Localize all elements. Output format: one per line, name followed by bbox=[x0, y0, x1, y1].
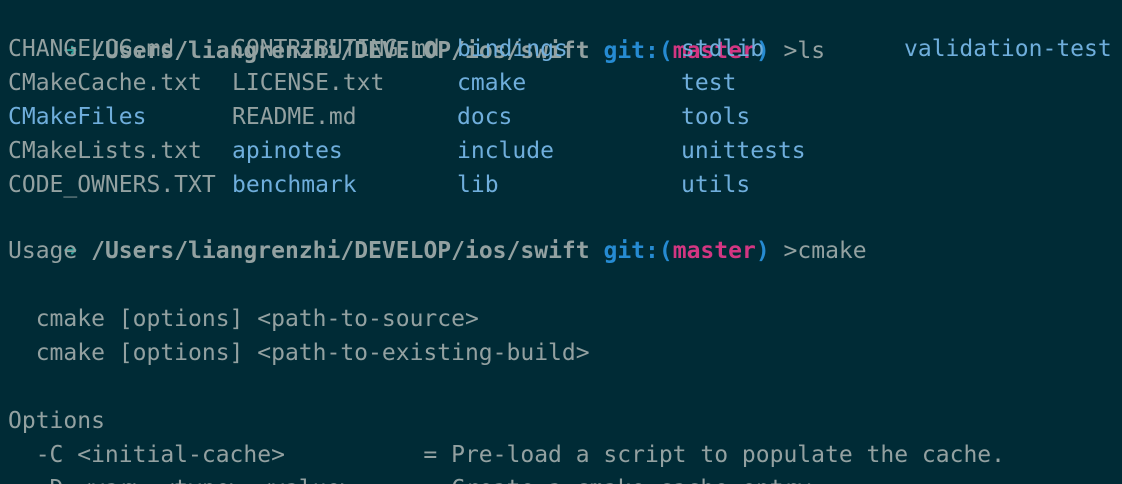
git-paren-open: ( bbox=[658, 238, 673, 264]
ls-file-entry: CMakeLists.txt bbox=[8, 138, 202, 164]
command-text: cmake bbox=[797, 238, 867, 264]
ls-directory-entry: tools bbox=[681, 104, 751, 130]
ls-directory-entry: docs bbox=[457, 104, 513, 130]
git-label: git: bbox=[603, 238, 659, 264]
ls-directory-entry: unittests bbox=[681, 138, 806, 164]
ls-file-entry: CHANGELOG.md bbox=[8, 36, 175, 62]
ls-directory-entry: lib bbox=[457, 172, 499, 198]
ls-directory-entry: test bbox=[681, 70, 737, 96]
usage-line: cmake [options] <path-to-existing-build> bbox=[8, 340, 590, 366]
terminal-window[interactable]: ➜ /Users/liangrenzhi/DEVELOP/ios/swift g… bbox=[0, 0, 1122, 484]
ls-row: CHANGELOG.md CONTRIBUTING.md bindings stdli… bbox=[0, 32, 1122, 66]
ls-directory-entry: include bbox=[457, 138, 554, 164]
ls-file-entry: README.md bbox=[232, 104, 357, 130]
prompt-line-2: ➜ /Users/liangrenzhi/DEVELOP/ios/swift g… bbox=[63, 238, 867, 264]
ls-directory-entry: benchmark bbox=[232, 172, 357, 198]
ls-row: CMakeCache.txt LICENSE.txt cmake test bbox=[0, 66, 1122, 100]
ls-file-entry: CONTRIBUTING.md bbox=[232, 36, 440, 62]
ls-directory-entry: validation-test bbox=[904, 36, 1112, 62]
usage-line: cmake [options] <path-to-source> bbox=[8, 306, 479, 332]
ls-directory-entry: utils bbox=[681, 172, 751, 198]
git-paren-close: ) bbox=[755, 238, 770, 264]
options-heading: Options bbox=[8, 408, 105, 434]
git-branch: master bbox=[672, 238, 756, 264]
option-line: -D <var>:<type>=<value> = Create a cmake… bbox=[8, 472, 825, 484]
ls-directory-entry: cmake bbox=[457, 70, 527, 96]
ls-directory-entry: apinotes bbox=[232, 138, 343, 164]
ls-directory-entry: CMakeFiles bbox=[8, 104, 147, 130]
ls-row: CODE_OWNERS.TXT benchmark lib utils bbox=[0, 168, 1122, 202]
usage-heading: Usage bbox=[8, 238, 78, 264]
ls-file-entry: CMakeCache.txt bbox=[8, 70, 202, 96]
option-line: -C <initial-cache> = Pre-load a script t… bbox=[8, 442, 1005, 468]
ls-directory-entry: bindings bbox=[457, 36, 568, 62]
ls-row: CMakeLists.txt apinotes include unittests bbox=[0, 134, 1122, 168]
prompt-path: /Users/liangrenzhi/DEVELOP/ios/swift bbox=[91, 238, 590, 264]
ls-directory-entry: stdlib bbox=[681, 36, 765, 62]
prompt-line-1: ➜ /Users/liangrenzhi/DEVELOP/ios/swift g… bbox=[63, 38, 826, 64]
ls-file-entry: CODE_OWNERS.TXT bbox=[8, 172, 216, 198]
ls-file-entry: LICENSE.txt bbox=[232, 70, 385, 96]
ls-row: CMakeFiles README.md docs tools bbox=[0, 100, 1122, 134]
